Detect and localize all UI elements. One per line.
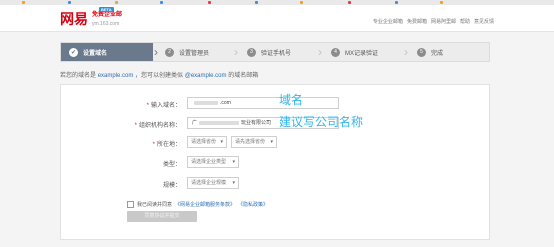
hint-text: ，您可以创建类似 [135,73,184,79]
domain-input[interactable]: .com [187,97,339,109]
step-complete: 5 完成 [417,43,443,61]
province-select[interactable]: 请选择省份 ▾ [187,136,227,148]
step-number-icon: 4 [331,47,340,57]
product-name: BETA 免费企业邮 [92,7,123,19]
submit-button[interactable]: 同意协议并提交 [127,211,197,222]
company-type-select[interactable]: 请选择企业类型 ▾ [187,156,239,168]
scale-row: 规模： 请选择企业规模 ▾ [61,177,491,191]
step-number-icon: 2 [165,47,174,57]
product-label: 免费企业邮 [92,12,123,18]
step-label: 完成 [431,50,444,57]
annotation-domain: 域名 [279,93,304,107]
privacy-link[interactable]: 《隐私政策》 [238,201,268,208]
domain-form: * 输入域名： .com 域名 * 组织机构名称： 广玩业有限公司 建议写公司名称 … [60,84,490,240]
hint-example-domain: example.com [97,73,134,79]
type-row: 类型： 请选择企业类型 ▾ [61,156,491,170]
site-header: 网易 BETA 免费企业邮 ym.163.com 专业企业邮箱 免费邮箱 网易阿… [0,5,554,32]
nav-link-feedback[interactable]: 意见反馈 [474,19,494,25]
agree-checkbox[interactable] [127,201,134,208]
beta-badge: BETA [99,7,114,12]
domain-hint: 若您的域名是 example.com ，您可以创建类似 @example.com… [60,70,258,79]
step-number-icon: 5 [417,47,426,57]
step-label: 设置管理员 [179,50,210,57]
company-scale-select[interactable]: 请选择企业规模 ▾ [187,177,239,189]
dropdown-arrow-icon: ▾ [220,139,223,145]
step-label: 设置域名 [83,50,108,57]
org-value-suffix: 玩业有限公司 [241,120,272,126]
nav-link-pro-mail[interactable]: 专业企业邮箱 [373,19,403,25]
redacted-text [199,120,240,125]
chevron-right-icon: › [318,45,322,59]
domain-value: .com [220,100,231,106]
hint-example-email: @example.com [184,73,227,79]
hint-text: 的域名邮箱 [228,73,259,79]
location-row: * 所在地： 请选择省份 ▾ 请先选择省份 ▾ [61,136,491,150]
domain-row: * 输入域名： .com [61,97,491,111]
top-nav: 专业企业邮箱 免费邮箱 网易阿里邮 帮助 意见反馈 [373,19,494,25]
dropdown-arrow-icon: ▾ [270,139,273,145]
org-value-prefix: 广 [192,120,198,126]
nav-link-free-mail[interactable]: 免费邮箱 [407,19,427,25]
netease-logo[interactable]: 网易 [60,13,88,27]
redacted-text [194,100,218,105]
chevron-right-icon: › [404,45,408,59]
location-label: * 所在地： [152,142,181,148]
check-icon: ✔ [69,47,78,57]
chevron-right-icon: › [234,45,238,59]
terms-link[interactable]: 《网易企业邮箱服务条款》 [175,201,235,208]
city-select[interactable]: 请先选择省份 ▾ [231,136,277,148]
domain-label: * 输入域名： [146,103,181,109]
step-number-icon: 3 [247,47,256,57]
step-label: MX记录验证 [345,50,379,57]
step-set-domain: ✔ 设置域名 [61,43,153,61]
step-mx-verify: 4 MX记录验证 [331,43,378,61]
step-set-admin: 2 设置管理员 [165,43,209,61]
step-label: 验证手机号 [261,50,292,57]
agreement: 我已阅读并同意 《网易企业邮箱服务条款》 《隐私政策》 [127,201,268,208]
agree-text: 我已阅读并同意 [137,202,173,208]
hint-text: 若您的域名是 [60,73,97,79]
dropdown-arrow-icon: ▾ [232,159,235,165]
step-verify-phone: 3 验证手机号 [247,43,291,61]
annotation-company: 建议写公司名称 [279,115,364,129]
progress-steps: ✔ 设置域名 › 2 设置管理员 › 3 验证手机号 › 4 MX记录验证 › … [60,42,490,62]
org-label: * 组织机构名称： [134,123,181,129]
org-row: * 组织机构名称： 广 玩业有限公司 [61,117,491,131]
scale-label: 规模： [162,183,181,189]
nav-link-help[interactable]: 帮助 [460,19,470,25]
chevron-right-icon: › [154,45,158,59]
nav-link-alibaba-mail[interactable]: 网易阿里邮 [431,19,456,25]
type-label: 类型： [162,162,181,168]
dropdown-arrow-icon: ▾ [232,180,235,186]
product-domain: ym.163.com [92,21,120,27]
